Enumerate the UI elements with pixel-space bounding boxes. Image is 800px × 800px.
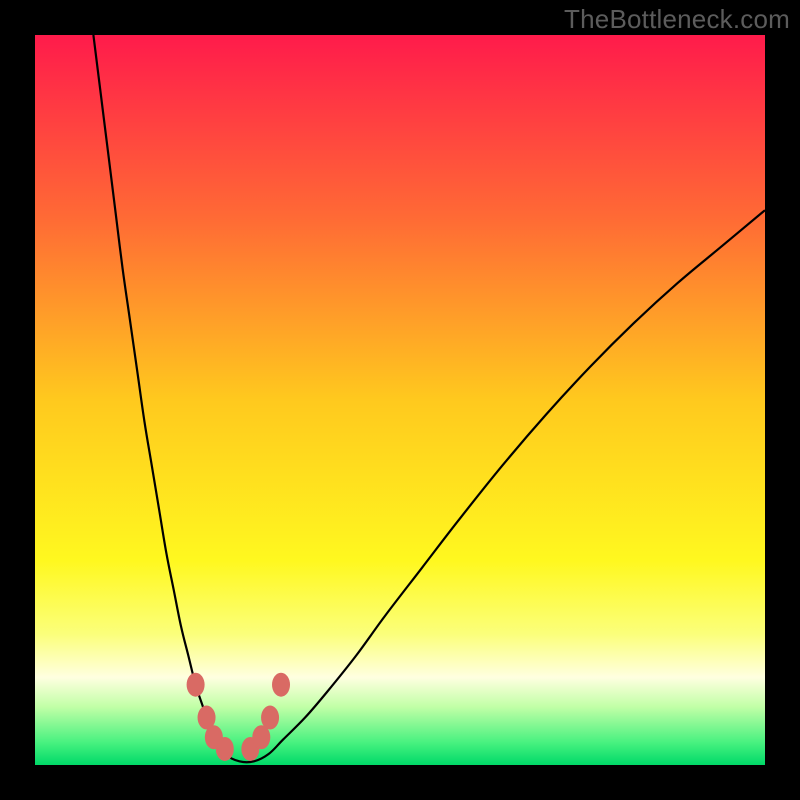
curve-marker: [261, 706, 279, 730]
chart-frame: TheBottleneck.com: [0, 0, 800, 800]
curve-marker: [272, 673, 290, 697]
curve-marker: [187, 673, 205, 697]
plot-area: [35, 35, 765, 765]
watermark-text: TheBottleneck.com: [564, 4, 790, 35]
chart-background-gradient: [35, 35, 765, 765]
chart-svg: [35, 35, 765, 765]
curve-marker: [216, 737, 234, 761]
